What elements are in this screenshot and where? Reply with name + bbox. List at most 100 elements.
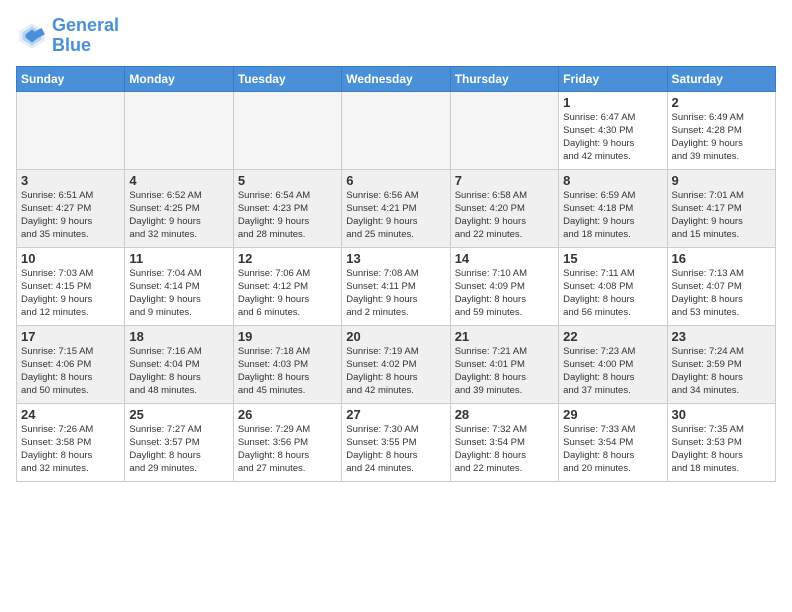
day-info: Sunrise: 7:27 AM Sunset: 3:57 PM Dayligh… (129, 423, 228, 476)
calendar-cell: 30Sunrise: 7:35 AM Sunset: 3:53 PM Dayli… (667, 403, 775, 481)
calendar-cell: 26Sunrise: 7:29 AM Sunset: 3:56 PM Dayli… (233, 403, 341, 481)
header-sunday: Sunday (17, 66, 125, 91)
calendar-cell: 24Sunrise: 7:26 AM Sunset: 3:58 PM Dayli… (17, 403, 125, 481)
day-number: 3 (21, 173, 120, 188)
calendar-cell: 29Sunrise: 7:33 AM Sunset: 3:54 PM Dayli… (559, 403, 667, 481)
day-info: Sunrise: 7:01 AM Sunset: 4:17 PM Dayligh… (672, 189, 771, 242)
day-number: 21 (455, 329, 554, 344)
page-header: General Blue (16, 16, 776, 56)
day-info: Sunrise: 7:10 AM Sunset: 4:09 PM Dayligh… (455, 267, 554, 320)
day-info: Sunrise: 7:32 AM Sunset: 3:54 PM Dayligh… (455, 423, 554, 476)
day-number: 2 (672, 95, 771, 110)
day-number: 13 (346, 251, 445, 266)
day-number: 19 (238, 329, 337, 344)
calendar-cell: 6Sunrise: 6:56 AM Sunset: 4:21 PM Daylig… (342, 169, 450, 247)
day-info: Sunrise: 7:24 AM Sunset: 3:59 PM Dayligh… (672, 345, 771, 398)
calendar-cell: 27Sunrise: 7:30 AM Sunset: 3:55 PM Dayli… (342, 403, 450, 481)
calendar-cell: 7Sunrise: 6:58 AM Sunset: 4:20 PM Daylig… (450, 169, 558, 247)
day-number: 27 (346, 407, 445, 422)
day-info: Sunrise: 6:52 AM Sunset: 4:25 PM Dayligh… (129, 189, 228, 242)
day-number: 18 (129, 329, 228, 344)
calendar-cell: 12Sunrise: 7:06 AM Sunset: 4:12 PM Dayli… (233, 247, 341, 325)
day-info: Sunrise: 7:11 AM Sunset: 4:08 PM Dayligh… (563, 267, 662, 320)
day-number: 17 (21, 329, 120, 344)
calendar-cell: 14Sunrise: 7:10 AM Sunset: 4:09 PM Dayli… (450, 247, 558, 325)
day-number: 8 (563, 173, 662, 188)
calendar-cell: 23Sunrise: 7:24 AM Sunset: 3:59 PM Dayli… (667, 325, 775, 403)
calendar-cell: 21Sunrise: 7:21 AM Sunset: 4:01 PM Dayli… (450, 325, 558, 403)
day-info: Sunrise: 6:56 AM Sunset: 4:21 PM Dayligh… (346, 189, 445, 242)
day-number: 14 (455, 251, 554, 266)
logo-icon (16, 20, 48, 52)
header-thursday: Thursday (450, 66, 558, 91)
day-info: Sunrise: 7:13 AM Sunset: 4:07 PM Dayligh… (672, 267, 771, 320)
calendar-cell (233, 91, 341, 169)
day-number: 12 (238, 251, 337, 266)
day-info: Sunrise: 6:59 AM Sunset: 4:18 PM Dayligh… (563, 189, 662, 242)
day-info: Sunrise: 7:08 AM Sunset: 4:11 PM Dayligh… (346, 267, 445, 320)
calendar-cell: 20Sunrise: 7:19 AM Sunset: 4:02 PM Dayli… (342, 325, 450, 403)
calendar-cell: 17Sunrise: 7:15 AM Sunset: 4:06 PM Dayli… (17, 325, 125, 403)
day-info: Sunrise: 7:16 AM Sunset: 4:04 PM Dayligh… (129, 345, 228, 398)
header-monday: Monday (125, 66, 233, 91)
header-saturday: Saturday (667, 66, 775, 91)
day-info: Sunrise: 6:54 AM Sunset: 4:23 PM Dayligh… (238, 189, 337, 242)
calendar-week-row: 24Sunrise: 7:26 AM Sunset: 3:58 PM Dayli… (17, 403, 776, 481)
header-tuesday: Tuesday (233, 66, 341, 91)
logo: General Blue (16, 16, 119, 56)
day-info: Sunrise: 7:04 AM Sunset: 4:14 PM Dayligh… (129, 267, 228, 320)
calendar-cell: 15Sunrise: 7:11 AM Sunset: 4:08 PM Dayli… (559, 247, 667, 325)
calendar-cell: 5Sunrise: 6:54 AM Sunset: 4:23 PM Daylig… (233, 169, 341, 247)
day-number: 28 (455, 407, 554, 422)
day-number: 15 (563, 251, 662, 266)
day-number: 4 (129, 173, 228, 188)
calendar-cell (17, 91, 125, 169)
calendar-week-row: 3Sunrise: 6:51 AM Sunset: 4:27 PM Daylig… (17, 169, 776, 247)
header-wednesday: Wednesday (342, 66, 450, 91)
calendar-cell: 22Sunrise: 7:23 AM Sunset: 4:00 PM Dayli… (559, 325, 667, 403)
day-number: 9 (672, 173, 771, 188)
header-friday: Friday (559, 66, 667, 91)
day-info: Sunrise: 7:15 AM Sunset: 4:06 PM Dayligh… (21, 345, 120, 398)
day-info: Sunrise: 6:58 AM Sunset: 4:20 PM Dayligh… (455, 189, 554, 242)
logo-text: General Blue (52, 16, 119, 56)
calendar-cell (342, 91, 450, 169)
day-info: Sunrise: 7:35 AM Sunset: 3:53 PM Dayligh… (672, 423, 771, 476)
day-number: 16 (672, 251, 771, 266)
day-number: 10 (21, 251, 120, 266)
calendar-cell: 16Sunrise: 7:13 AM Sunset: 4:07 PM Dayli… (667, 247, 775, 325)
calendar-cell: 18Sunrise: 7:16 AM Sunset: 4:04 PM Dayli… (125, 325, 233, 403)
day-number: 23 (672, 329, 771, 344)
day-info: Sunrise: 6:47 AM Sunset: 4:30 PM Dayligh… (563, 111, 662, 164)
day-number: 26 (238, 407, 337, 422)
day-info: Sunrise: 7:18 AM Sunset: 4:03 PM Dayligh… (238, 345, 337, 398)
day-number: 7 (455, 173, 554, 188)
day-number: 1 (563, 95, 662, 110)
page-container: General Blue Sunday Monday Tuesday Wedne… (0, 0, 792, 490)
calendar-cell: 10Sunrise: 7:03 AM Sunset: 4:15 PM Dayli… (17, 247, 125, 325)
day-info: Sunrise: 7:30 AM Sunset: 3:55 PM Dayligh… (346, 423, 445, 476)
day-number: 6 (346, 173, 445, 188)
day-info: Sunrise: 7:03 AM Sunset: 4:15 PM Dayligh… (21, 267, 120, 320)
day-info: Sunrise: 7:26 AM Sunset: 3:58 PM Dayligh… (21, 423, 120, 476)
day-info: Sunrise: 6:51 AM Sunset: 4:27 PM Dayligh… (21, 189, 120, 242)
weekday-header-row: Sunday Monday Tuesday Wednesday Thursday… (17, 66, 776, 91)
day-info: Sunrise: 7:33 AM Sunset: 3:54 PM Dayligh… (563, 423, 662, 476)
calendar-cell: 4Sunrise: 6:52 AM Sunset: 4:25 PM Daylig… (125, 169, 233, 247)
day-info: Sunrise: 7:29 AM Sunset: 3:56 PM Dayligh… (238, 423, 337, 476)
calendar-cell: 28Sunrise: 7:32 AM Sunset: 3:54 PM Dayli… (450, 403, 558, 481)
calendar-cell: 1Sunrise: 6:47 AM Sunset: 4:30 PM Daylig… (559, 91, 667, 169)
calendar-week-row: 1Sunrise: 6:47 AM Sunset: 4:30 PM Daylig… (17, 91, 776, 169)
calendar-cell: 13Sunrise: 7:08 AM Sunset: 4:11 PM Dayli… (342, 247, 450, 325)
calendar-cell: 9Sunrise: 7:01 AM Sunset: 4:17 PM Daylig… (667, 169, 775, 247)
day-number: 5 (238, 173, 337, 188)
calendar-week-row: 17Sunrise: 7:15 AM Sunset: 4:06 PM Dayli… (17, 325, 776, 403)
day-number: 11 (129, 251, 228, 266)
day-number: 20 (346, 329, 445, 344)
calendar-cell: 3Sunrise: 6:51 AM Sunset: 4:27 PM Daylig… (17, 169, 125, 247)
day-info: Sunrise: 7:19 AM Sunset: 4:02 PM Dayligh… (346, 345, 445, 398)
calendar-cell: 2Sunrise: 6:49 AM Sunset: 4:28 PM Daylig… (667, 91, 775, 169)
calendar-cell: 19Sunrise: 7:18 AM Sunset: 4:03 PM Dayli… (233, 325, 341, 403)
day-number: 22 (563, 329, 662, 344)
day-number: 30 (672, 407, 771, 422)
